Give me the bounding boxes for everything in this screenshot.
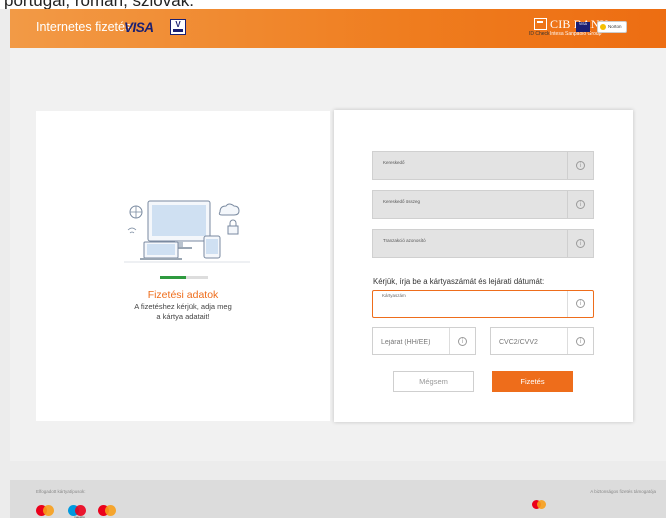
field-divider: [567, 152, 568, 179]
merchant-field: Kereskedő i: [372, 151, 594, 180]
progress-bar: [160, 276, 208, 279]
transaction-id-field-label: Tranzakció azonosító: [383, 238, 426, 243]
info-icon[interactable]: i: [576, 238, 585, 248]
cvc-input[interactable]: [499, 336, 565, 348]
step-title: Fizetési adatok: [147, 289, 219, 301]
card-number-field[interactable]: Kártyaszám i: [372, 290, 594, 318]
field-divider: [449, 328, 450, 354]
merchant-amount-field: Kereskedő összeg i: [372, 190, 594, 219]
card-number-input[interactable]: [380, 301, 550, 313]
field-divider: [567, 230, 568, 257]
visa-logo: VISA: [124, 20, 154, 35]
vpay-logo: V: [170, 19, 186, 35]
cancel-button[interactable]: Mégsem: [393, 371, 474, 392]
step-description: A fizetéshez kérjük, adja meg a kártya a…: [36, 302, 330, 322]
pay-button[interactable]: Fizetés: [492, 371, 573, 392]
id-check-label: ID Check: [529, 31, 550, 37]
accepted-cards-label: Elfogadott kártyatípusok:: [36, 489, 86, 494]
transaction-id-field: Tranzakció azonosító i: [372, 229, 594, 258]
merchant-field-label: Kereskedő: [383, 160, 405, 165]
info-icon[interactable]: i: [576, 299, 585, 308]
info-panel: [36, 111, 330, 421]
cvc-field[interactable]: i: [490, 327, 594, 355]
merchant-amount-field-label: Kereskedő összeg: [383, 199, 421, 204]
step-description-line: A fizetéshez kérjük, adja meg: [134, 302, 232, 311]
info-icon[interactable]: i: [576, 337, 585, 346]
info-icon[interactable]: i: [576, 160, 585, 170]
bank-logo-icon: [534, 18, 547, 30]
header-bar: Internetes fizetés CIB BANK Intesa Sanpa…: [10, 9, 666, 48]
top-strip: portugál, román, szlovák.: [0, 0, 666, 9]
progress-bar-fill: [160, 276, 187, 279]
field-divider: [567, 328, 568, 354]
page-title: Internetes fizetés: [36, 20, 132, 34]
field-divider: [567, 291, 568, 317]
norton-logo: Norton: [597, 21, 627, 33]
expiry-input[interactable]: [381, 336, 447, 348]
info-icon[interactable]: i: [458, 337, 467, 346]
top-strip-text: portugál, román, szlovák.: [4, 0, 194, 9]
card-number-label: Kártyaszám: [382, 293, 406, 298]
expiry-field[interactable]: i: [372, 327, 476, 355]
step-description-line: a kártya adatait!: [156, 312, 210, 321]
card-instruction: Kérjük, írja be a kártyaszámát és lejára…: [373, 277, 545, 286]
security-partners-label: A biztonságos fizetés támogatója: [590, 489, 656, 494]
info-icon[interactable]: i: [576, 199, 585, 209]
devices-cloud-icon: [124, 200, 250, 263]
visa-secure-logo: VISA: [576, 22, 590, 32]
field-divider: [567, 191, 568, 218]
